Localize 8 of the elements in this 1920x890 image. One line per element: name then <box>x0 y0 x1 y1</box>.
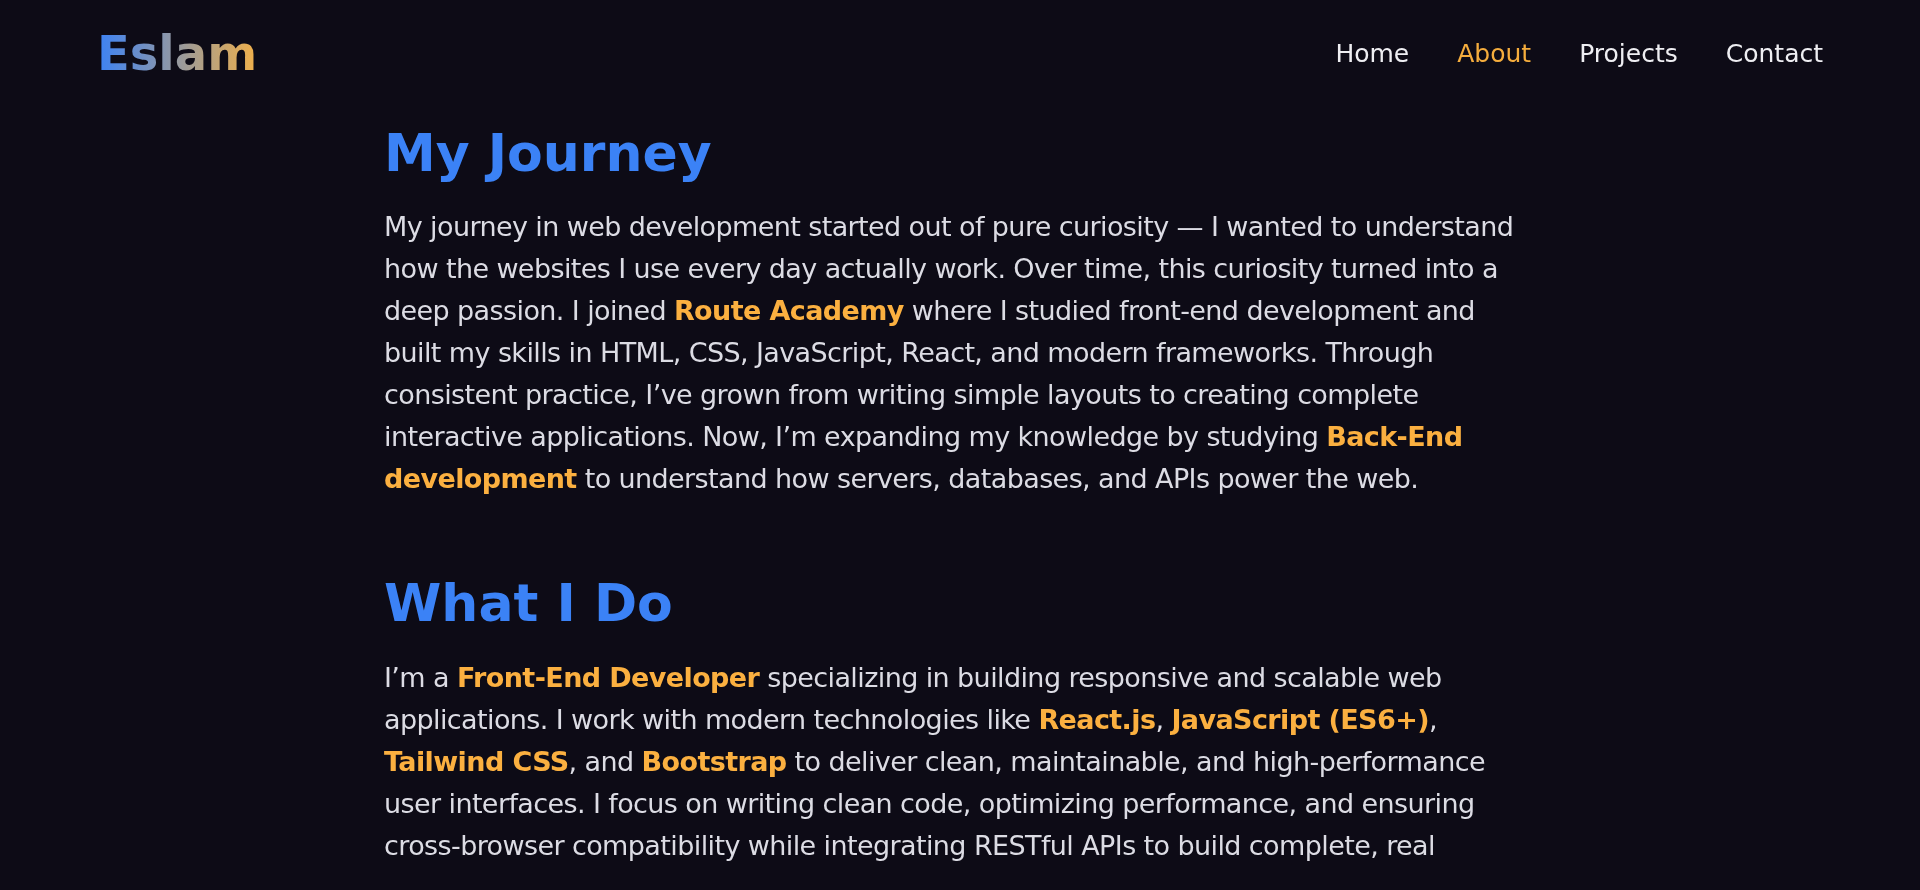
section-paragraph: My journey in web development started out of pure curiosity — I wanted to understand how the websites I use every day actually work. Over time, this curiosity turned into a deep passion. I joined Route Academy where I studied front-end development and built my skills in HTML, CSS, JavaScript, React, and modern frameworks. Through consistent practice, I’ve grown from writing simple layouts to creating complete interactive applications. Now, I’m expanding my knowledge by studying Back-End development to understand how servers, databases, and APIs power the web. <box>384 210 1515 497</box>
nav-link[interactable]: Projects <box>1579 38 1678 68</box>
section-paragraph: I’m a Front-End Developer specializing in building responsive and scalable web applications. I work with modern technologies like React.js, JavaScript (ES6+), Tailwind CSS, and Bootstrap to deliver clean, maintainable, and high-performance user interfaces. I focus on writing clean code, optimizing performance, and ensuring cross-browser compatibility while integrating RESTful APIs to build complete, real <box>384 660 1486 863</box>
nav-link[interactable]: Contact <box>1725 38 1823 68</box>
nav-link[interactable]: Home <box>1335 38 1410 68</box>
section-heading: What I Do <box>384 572 674 635</box>
section-heading: My Journey <box>384 122 713 185</box>
nav-link[interactable]: About <box>1457 38 1532 68</box>
